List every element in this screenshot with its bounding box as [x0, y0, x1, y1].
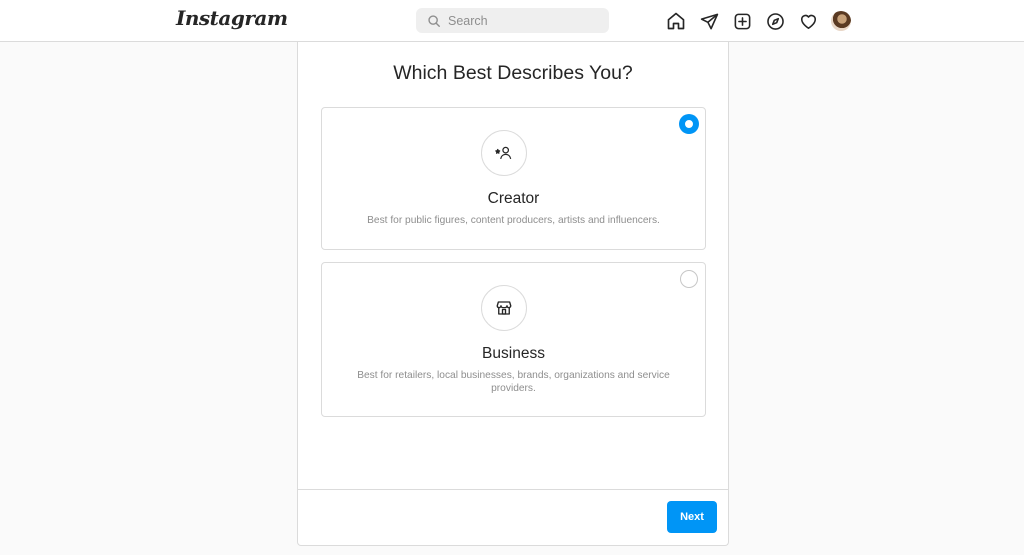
footer-divider — [298, 489, 728, 490]
option-business[interactable]: Business Best for retailers, local busin… — [321, 262, 706, 417]
page-title: Which Best Describes You? — [393, 62, 633, 84]
business-description: Best for retailers, local businesses, br… — [357, 370, 670, 394]
business-radio[interactable] — [680, 270, 698, 288]
search-box[interactable] — [416, 8, 609, 33]
option-creator[interactable]: Creator Best for public figures, content… — [321, 107, 706, 250]
top-nav-bar: Instagram — [0, 0, 1024, 42]
activity-heart-icon[interactable] — [797, 10, 819, 32]
avatar-image — [831, 11, 851, 31]
instagram-logo[interactable]: Instagram — [176, 6, 288, 30]
direct-message-icon[interactable] — [698, 10, 720, 32]
storefront-icon — [481, 285, 527, 331]
search-input[interactable] — [448, 13, 598, 28]
profile-avatar[interactable] — [830, 10, 852, 32]
creator-radio[interactable] — [680, 115, 698, 133]
account-type-panel: Which Best Describes You? Creator Best f… — [297, 42, 729, 546]
nav-icons — [665, 10, 852, 32]
search-icon — [427, 14, 441, 28]
creator-description: Best for public figures, content produce… — [367, 215, 660, 226]
explore-icon[interactable] — [764, 10, 786, 32]
creator-label: Creator — [487, 190, 540, 207]
creator-star-person-icon — [481, 130, 527, 176]
home-icon[interactable] — [665, 10, 687, 32]
next-button[interactable]: Next — [667, 501, 717, 533]
business-label: Business — [482, 345, 545, 362]
new-post-icon[interactable] — [731, 10, 753, 32]
